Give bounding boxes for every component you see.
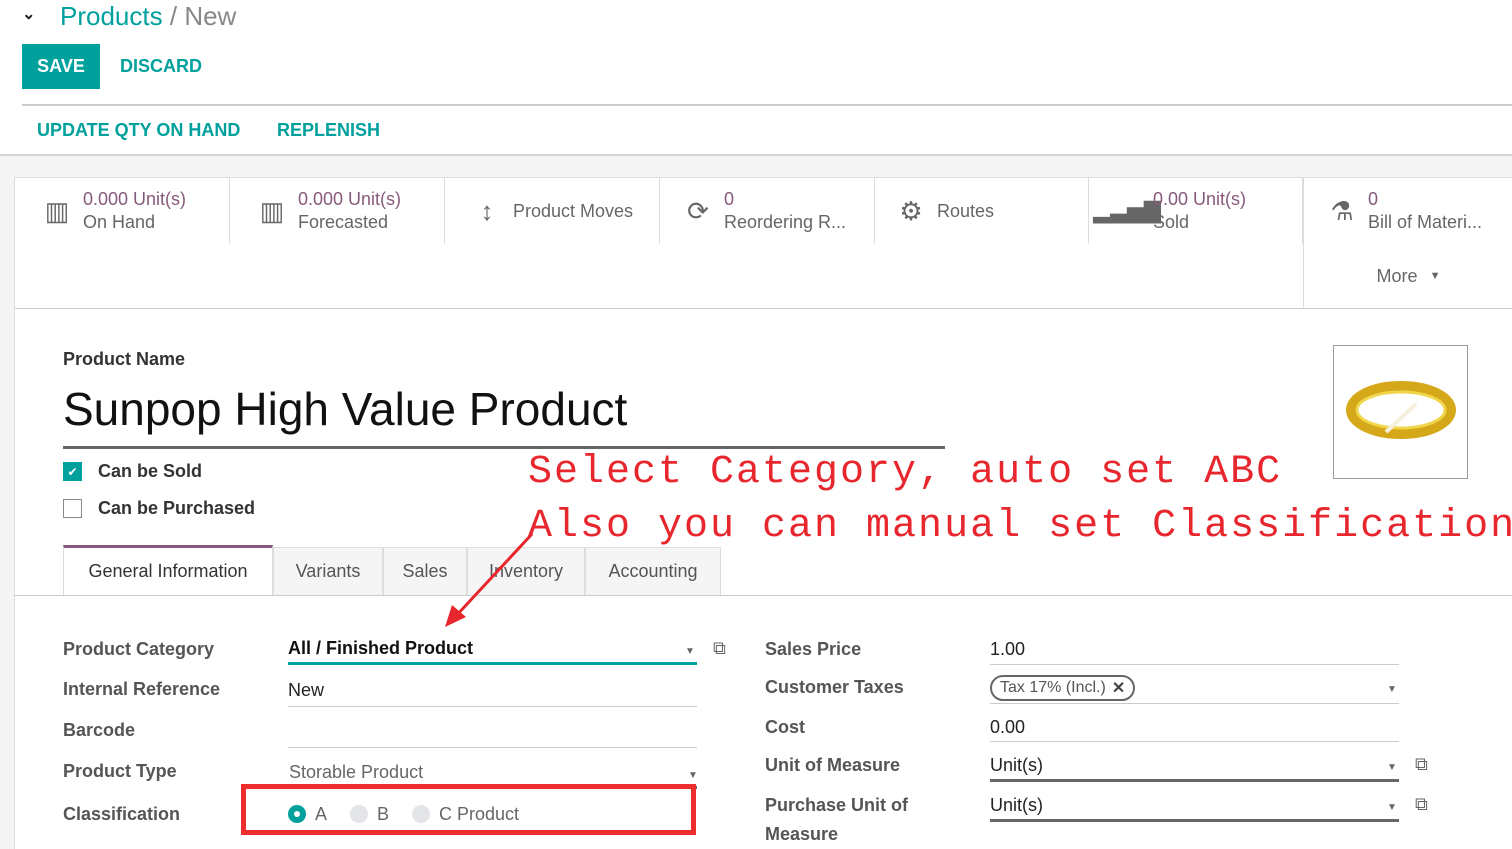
smart-button-routes[interactable]: ⚙ Routes [875,178,1089,244]
field-underline [288,747,697,748]
external-link-icon[interactable]: ⧉ [1415,754,1428,775]
breadcrumb: Products / New [60,0,236,32]
caret-down-icon[interactable]: ▼ [1387,762,1397,773]
signal-bars-icon: ▂▃▅▇ [1093,198,1161,223]
tab-sales[interactable]: Sales [383,547,467,595]
check-icon: ✔ [67,464,78,479]
product-category-field[interactable]: All / Finished Product [288,638,473,659]
more-button[interactable]: More ▼ [1303,244,1512,308]
routes-label: Routes [937,200,995,221]
control-panel: ⌄ Products / New SAVE DISCARD UPDATE QTY… [0,0,1512,156]
unit-of-measure-select[interactable]: Unit(s) [990,755,1043,776]
product-name-label: Product Name [63,349,186,369]
sold-value: 0.00 Unit(s) [1153,189,1247,209]
external-link-icon[interactable]: ⧉ [1415,794,1428,815]
tax-tag-label: Tax 17% (Incl.) [1000,679,1106,696]
field-underline [990,664,1399,665]
smart-button-sold[interactable]: ▂▃▅▇ 0.00 Unit(s) Sold [1089,178,1303,244]
tab-inventory[interactable]: Inventory [467,547,585,595]
caret-down-icon[interactable]: ▼ [688,770,698,781]
internal-reference-input[interactable]: New [288,680,324,701]
forecasted-value: 0.000 Unit(s) [298,189,402,209]
classification-label: Classification [63,804,181,824]
forecasted-label: Forecasted [298,212,389,232]
breadcrumb-current: New [184,1,237,31]
tax-tag: Tax 17% (Incl.) ✕ [990,675,1136,701]
purchase-uom-select[interactable]: Unit(s) [990,795,1043,816]
annotation-line-1: Select Category, auto set ABC [528,450,1283,495]
purchase-uom-label: Purchase Unit of [765,795,909,815]
gears-icon: ⚙ [899,195,923,226]
product-name-input[interactable]: Sunpop High Value Product [63,382,945,449]
sales-price-input[interactable]: 1.00 [990,639,1025,660]
product-category-label: Product Category [63,639,215,659]
product-image[interactable] [1333,345,1468,479]
smart-button-reordering-rules[interactable]: ⟳ 0 Reordering R... [660,178,875,244]
bangle-image [1345,381,1456,439]
barcode-label: Barcode [63,720,136,740]
status-bar: UPDATE QTY ON HAND REPLENISH [0,106,1512,156]
on-hand-label: On Hand [83,212,156,232]
annotation-highlight-box [241,784,696,835]
replenish-button[interactable]: REPLENISH [277,120,380,141]
field-underline [990,779,1399,782]
bom-label: Bill of Materi... [1368,212,1483,232]
arrows-vertical-icon: ↕ [480,195,494,226]
field-underline [288,706,697,707]
tabs-divider [14,595,1512,596]
caret-down-icon[interactable]: ▼ [1387,802,1397,813]
smart-button-bom[interactable]: ⚗ 0 Bill of Materi... [1303,178,1512,244]
refresh-icon: ⟳ [687,195,709,226]
more-label: More [1376,265,1418,286]
field-underline [990,703,1399,704]
can-be-sold-label: Can be Sold [98,461,203,481]
on-hand-value: 0.000 Unit(s) [83,189,187,209]
sold-label: Sold [1153,212,1190,232]
caret-down-icon: ▼ [1429,270,1441,282]
caret-down-icon[interactable]: ▼ [685,646,695,657]
purchase-uom-label-2: Measure [765,824,839,844]
remove-tag-icon[interactable]: ✕ [1112,678,1125,698]
smart-button-forecasted[interactable]: ▥ 0.000 Unit(s) Forecasted [230,178,445,244]
can-be-sold-checkbox[interactable]: ✔ [63,462,82,481]
breadcrumb-products-link[interactable]: Products [60,1,163,31]
cost-input[interactable]: 0.00 [990,717,1025,738]
field-underline [990,819,1399,822]
customer-taxes-label: Customer Taxes [765,677,904,697]
can-be-purchased-checkbox[interactable] [63,499,82,518]
update-qty-button[interactable]: UPDATE QTY ON HAND [37,120,240,141]
annotation-line-2: Also you can manual set Classification A… [528,504,1512,549]
smart-button-product-moves[interactable]: ↕ Product Moves [445,178,660,244]
breadcrumb-separator: / [169,1,178,31]
product-type-select[interactable]: Storable Product [289,762,423,783]
bom-value: 0 [1368,189,1379,209]
field-underline [288,662,697,665]
product-type-label: Product Type [63,761,177,781]
flask-icon: ⚗ [1330,195,1354,226]
tab-variants[interactable]: Variants [273,547,383,595]
unit-of-measure-label: Unit of Measure [765,755,901,775]
external-link-icon[interactable]: ⧉ [713,638,726,659]
building-icon: ▥ [259,195,285,226]
caret-down-icon[interactable]: ▼ [1387,684,1397,695]
field-underline [990,741,1399,742]
save-button[interactable]: SAVE [22,44,100,89]
building-icon: ▥ [44,195,70,226]
chevron-down-icon[interactable]: ⌄ [22,4,35,24]
discard-button[interactable]: DISCARD [120,44,202,89]
product-moves-label: Product Moves [513,200,634,221]
cost-label: Cost [765,717,805,737]
reordering-label: Reordering R... [724,212,847,232]
reordering-value: 0 [724,189,735,209]
tab-accounting[interactable]: Accounting [585,547,721,595]
barcode-input[interactable] [288,720,697,744]
sales-price-label: Sales Price [765,639,862,659]
tab-general-information[interactable]: General Information [63,545,273,595]
smart-button-on-hand[interactable]: ▥ 0.000 Unit(s) On Hand [15,178,230,244]
can-be-purchased-label: Can be Purchased [98,498,256,518]
divider [15,308,1512,309]
internal-reference-label: Internal Reference [63,679,221,699]
